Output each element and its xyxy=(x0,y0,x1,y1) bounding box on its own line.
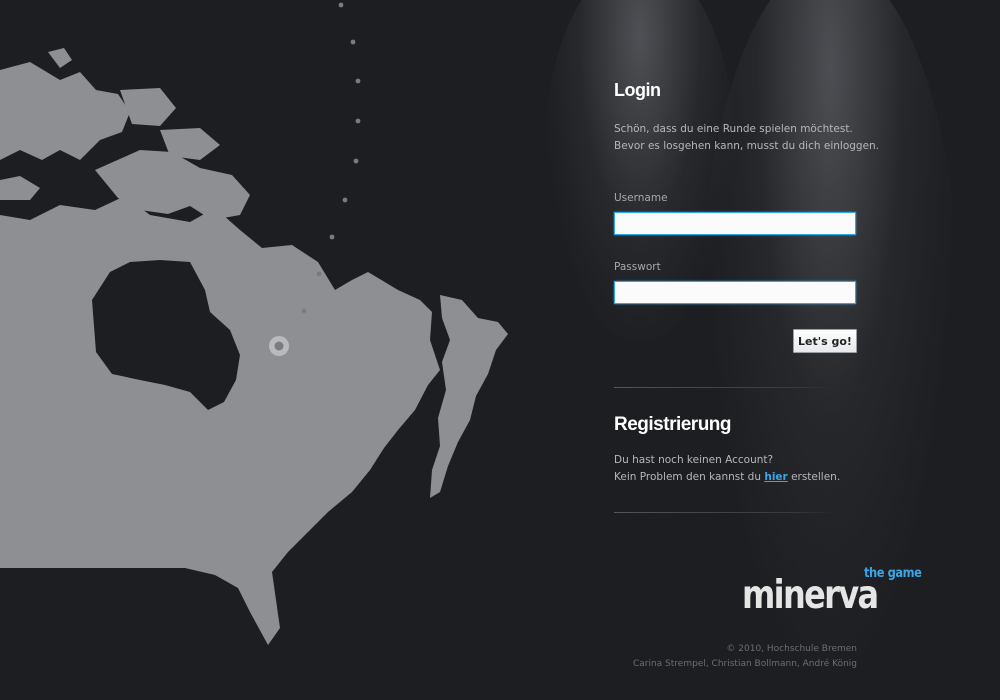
registration-line2-before: Kein Problem den kannst du xyxy=(614,471,761,483)
map-island-5 xyxy=(0,176,40,200)
map-mainland xyxy=(0,196,440,645)
logo-name: minerva xyxy=(742,573,879,618)
location-marker xyxy=(269,336,289,356)
footer-authors: Carina Strempel, Christian Bollmann, And… xyxy=(632,659,857,669)
register-link[interactable]: hier xyxy=(764,471,787,483)
login-title: Login xyxy=(614,80,661,100)
registration-line1: Du hast noch keinen Account? xyxy=(614,454,774,466)
canada-map xyxy=(0,2,508,645)
map-island-1 xyxy=(0,62,130,160)
footer-copyright: © 2010, Hochschule Bremen xyxy=(726,644,857,654)
username-input[interactable] xyxy=(614,212,856,235)
map-east-coast xyxy=(430,295,508,498)
login-intro-line2: Bevor es losgehen kann, musst du dich ei… xyxy=(614,140,880,152)
username-label: Username xyxy=(614,192,668,204)
map-island-7 xyxy=(48,48,72,68)
divider-top xyxy=(614,387,834,388)
divider-bottom xyxy=(614,512,834,513)
login-intro-line1: Schön, dass du eine Runde spielen möchte… xyxy=(614,123,853,135)
password-label: Passwort xyxy=(614,261,661,273)
registration-line2: Kein Problem den kannst du hier erstelle… xyxy=(614,469,840,486)
password-input[interactable] xyxy=(614,281,856,304)
registration-line2-after: erstellen. xyxy=(791,471,841,483)
registration-title: Registrierung xyxy=(614,414,732,435)
map-island-4 xyxy=(120,88,176,126)
login-button[interactable]: Let's go! xyxy=(793,329,857,353)
